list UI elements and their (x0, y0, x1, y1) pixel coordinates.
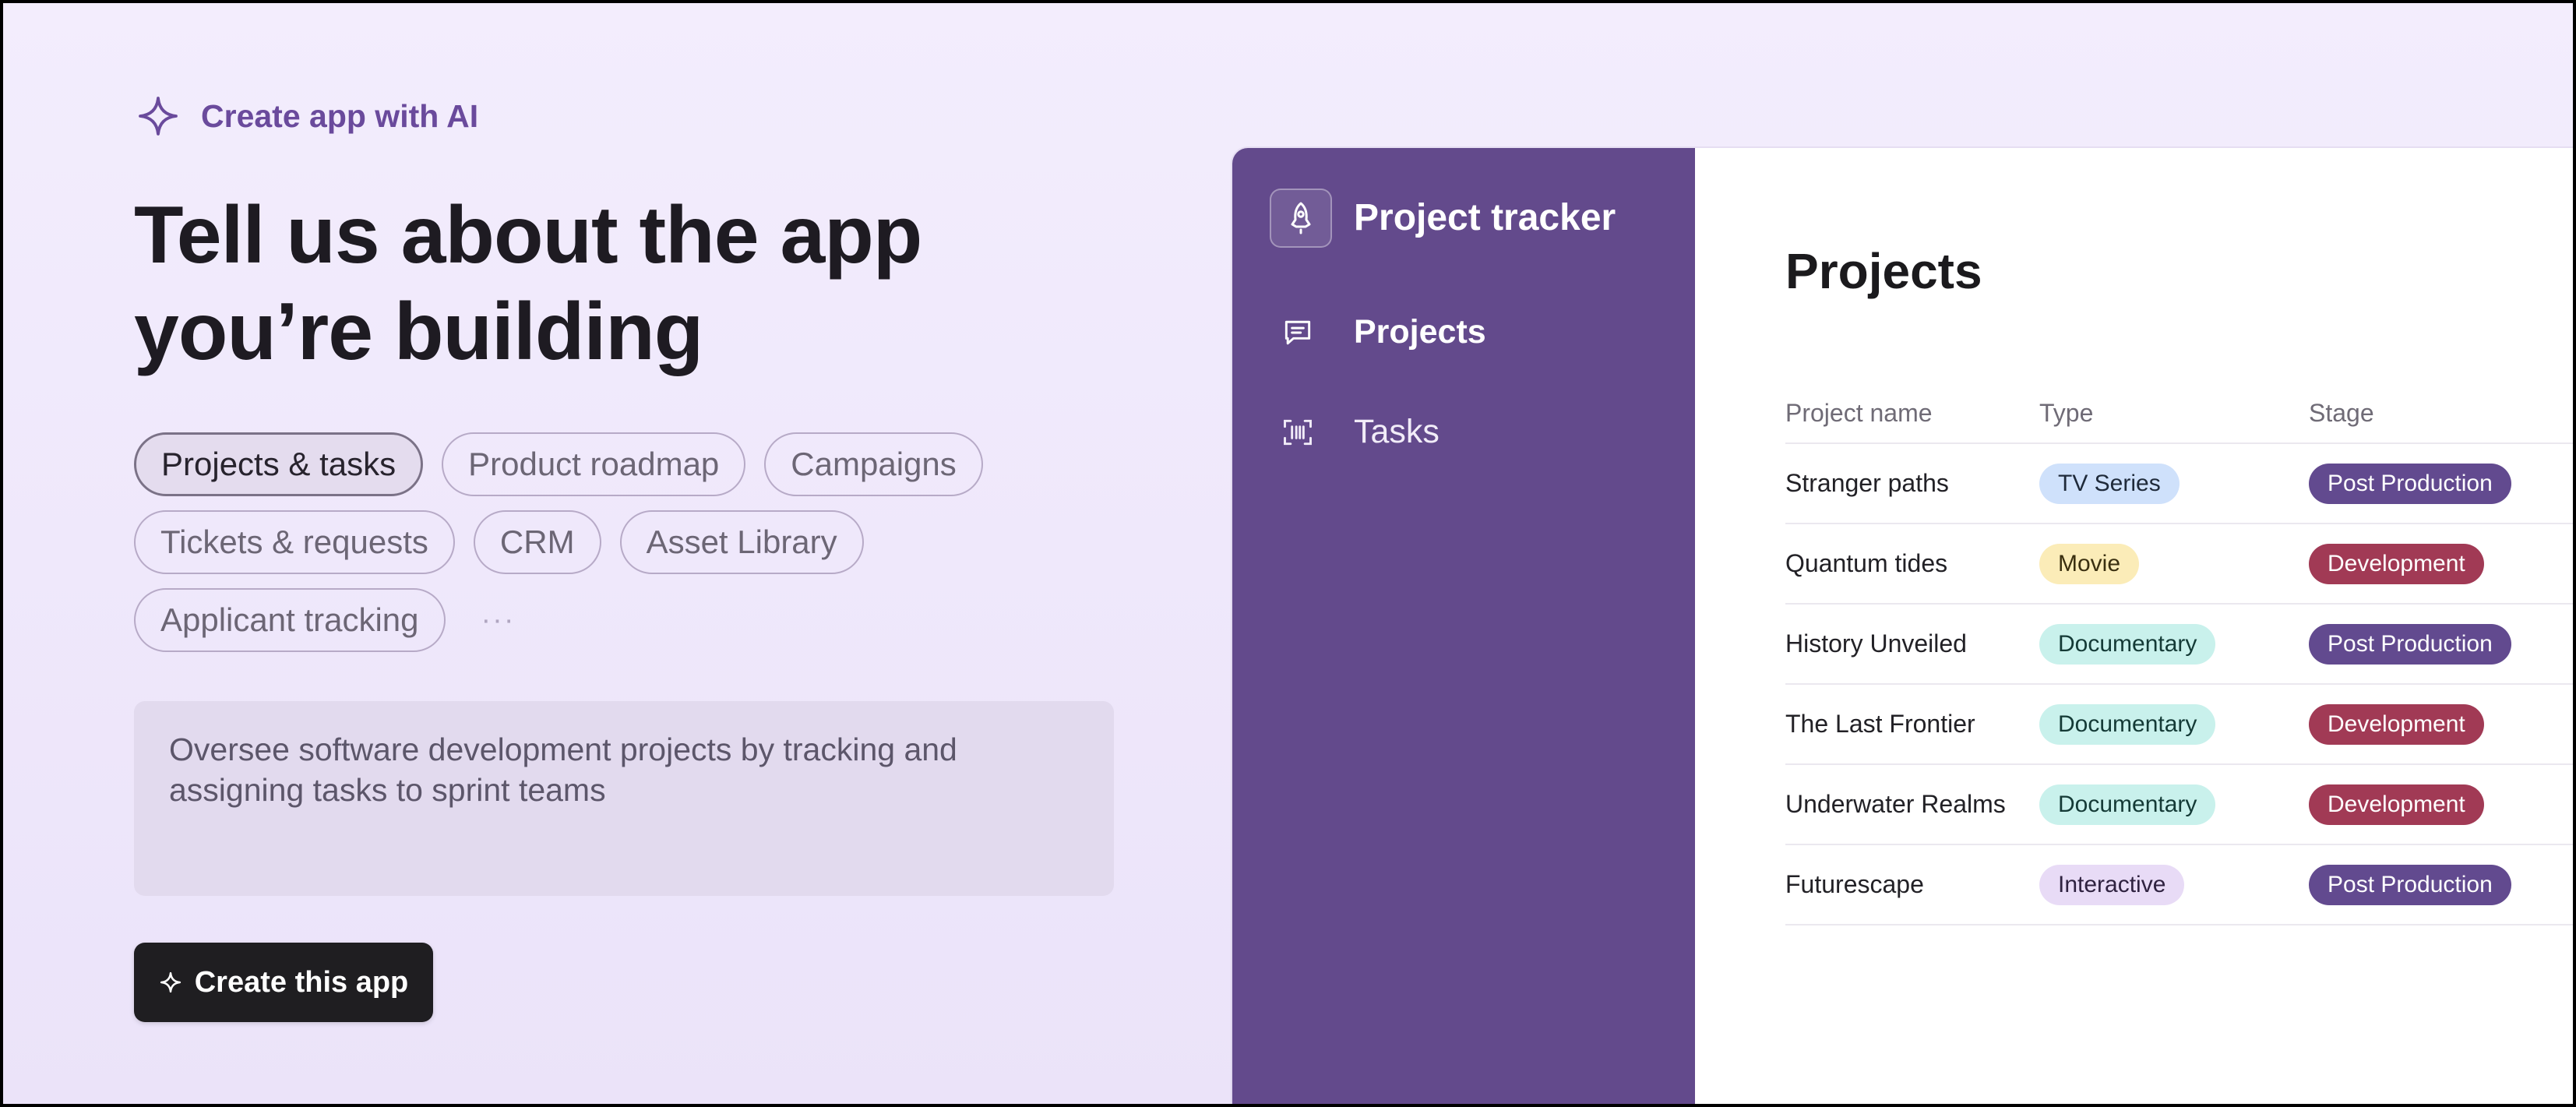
column-header-project-name[interactable]: Project name (1785, 383, 2039, 444)
chip-applicant-tracking[interactable]: Applicant tracking (134, 588, 446, 652)
sidebar-item-label: Tasks (1354, 413, 1440, 450)
page-title-line-2: you’re building (134, 287, 703, 377)
create-button-label: Create this app (194, 965, 409, 999)
app-title: Project tracker (1354, 197, 1616, 238)
type-badge: Interactive (2039, 864, 2185, 905)
type-cell: Documentary (2039, 604, 2309, 685)
type-cell: Movie (2039, 524, 2309, 605)
project-name-cell: The Last Frontier (1785, 684, 2039, 765)
app-description-input[interactable]: Oversee software development projects by… (134, 701, 1114, 896)
type-cell: Documentary (2039, 764, 2309, 845)
chip-projects-tasks[interactable]: Projects & tasks (134, 432, 424, 496)
project-name-cell: Quantum tides (1785, 524, 2039, 605)
table-row[interactable]: Underwater Realms Documentary Developmen… (1785, 764, 2573, 845)
page-title: Tell us about the app you’re building (134, 187, 922, 380)
projects-table: Project name Type Stage Stranger paths T… (1785, 383, 2573, 925)
template-chips: Projects & tasks Product roadmap Campaig… (134, 432, 1170, 666)
type-badge: Movie (2039, 543, 2140, 584)
chip-asset-library[interactable]: Asset Library (619, 510, 864, 574)
sparkle-icon (139, 97, 178, 136)
type-cell: Documentary (2039, 684, 2309, 765)
create-app-with-ai-label: Create app with AI (136, 93, 478, 139)
barcode-scan-icon (1284, 419, 1312, 445)
sidebar-item-tasks[interactable]: Tasks (1281, 413, 1440, 451)
app-preview: Project tracker Projects Tasks Projects … (1232, 148, 2573, 1104)
project-name-cell: Underwater Realms (1785, 764, 2039, 845)
create-this-app-button[interactable]: Create this app (134, 943, 433, 1022)
stage-cell: Post Production (2309, 443, 2573, 524)
stage-badge: Development (2309, 703, 2484, 745)
message-square-icon (1284, 320, 1311, 344)
sidebar-item-label: Projects (1354, 313, 1486, 351)
chip-row: Tickets & requests CRM Asset Library (134, 510, 1170, 574)
stage-cell: Development (2309, 764, 2573, 845)
project-name-cell: History Unveiled (1785, 604, 2039, 685)
preview-main: Projects Project name Type Stage Strange… (1695, 148, 2573, 1104)
stage-cell: Post Production (2309, 844, 2573, 925)
chip-product-roadmap[interactable]: Product roadmap (442, 432, 746, 496)
stage-badge: Post Production (2309, 864, 2511, 905)
table-row[interactable]: The Last Frontier Documentary Developmen… (1785, 684, 2573, 765)
table-row[interactable]: Futurescape Interactive Post Production (1785, 844, 2573, 925)
type-badge: Documentary (2039, 784, 2216, 825)
table-row[interactable]: Quantum tides Movie Development (1785, 524, 2573, 605)
page-title-line-1: Tell us about the app (134, 190, 922, 280)
chip-row: Applicant tracking ··· (134, 588, 1170, 652)
stage-badge: Post Production (2309, 623, 2511, 665)
sparkle-icon (160, 971, 181, 993)
type-cell: Interactive (2039, 844, 2309, 925)
table-row[interactable]: Stranger paths TV Series Post Production (1785, 443, 2573, 524)
stage-cell: Post Production (2309, 604, 2573, 685)
column-header-stage[interactable]: Stage (2309, 383, 2573, 444)
stage-cell: Development (2309, 524, 2573, 605)
type-badge: Documentary (2039, 623, 2216, 665)
projects-table-body: Stranger paths TV Series Post Production… (1785, 443, 2573, 925)
stage-badge: Development (2309, 784, 2484, 825)
more-templates-button[interactable]: ··· (481, 604, 516, 637)
stage-badge: Post Production (2309, 463, 2511, 504)
stage-badge: Development (2309, 543, 2484, 584)
rocket-icon (1291, 202, 1311, 234)
project-name-cell: Stranger paths (1785, 443, 2039, 524)
chip-row: Projects & tasks Product roadmap Campaig… (134, 432, 1170, 496)
type-badge: Documentary (2039, 703, 2216, 745)
chip-campaigns[interactable]: Campaigns (764, 432, 983, 496)
app-description-text: Oversee software development projects by… (169, 732, 957, 808)
type-badge: TV Series (2039, 463, 2180, 504)
sidebar-item-projects[interactable]: Projects (1281, 313, 1486, 351)
projects-heading: Projects (1785, 243, 1982, 299)
type-cell: TV Series (2039, 443, 2309, 524)
chip-crm[interactable]: CRM (473, 510, 601, 574)
eyebrow-text: Create app with AI (201, 97, 479, 134)
page: Create app with AI Tell us about the app… (0, 0, 2576, 1107)
preview-sidebar: Project tracker Projects Tasks (1232, 148, 1695, 1104)
chip-tickets-requests[interactable]: Tickets & requests (134, 510, 455, 574)
table-row[interactable]: History Unveiled Documentary Post Produc… (1785, 604, 2573, 685)
stage-cell: Development (2309, 684, 2573, 765)
table-header-row: Project name Type Stage (1785, 383, 2573, 444)
project-name-cell: Futurescape (1785, 844, 2039, 925)
app-logo (1270, 189, 1332, 248)
column-header-type[interactable]: Type (2039, 383, 2309, 444)
